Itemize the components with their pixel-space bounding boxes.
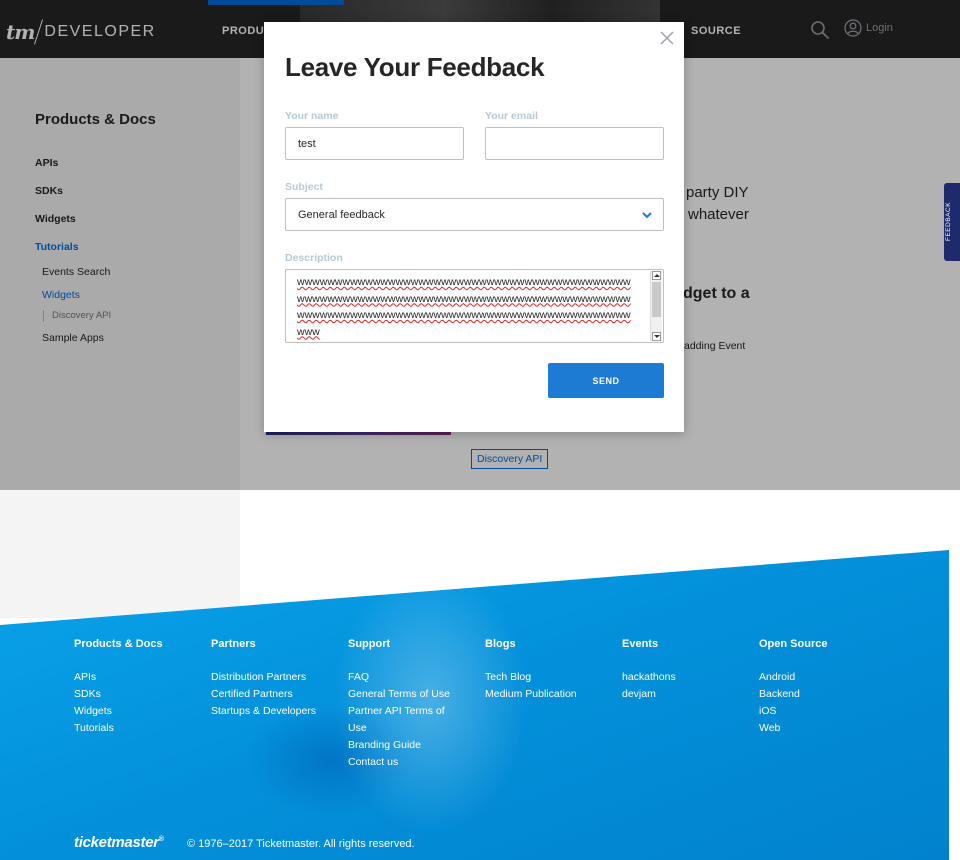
- footer-background: [0, 550, 949, 860]
- description-label: Description: [285, 252, 343, 264]
- footer-link[interactable]: Branding Guide: [348, 737, 421, 754]
- modal-title: Leave Your Feedback: [285, 52, 545, 82]
- footer-link[interactable]: Android: [759, 669, 795, 686]
- footer-link[interactable]: hackathons: [622, 669, 676, 686]
- footer-link[interactable]: Startups & Developers: [211, 703, 316, 720]
- send-button[interactable]: SEND: [548, 363, 664, 398]
- footer-link[interactable]: SDKs: [74, 686, 101, 703]
- description-textarea[interactable]: wwwwwwwwwwwwwwwwwwwwwwwwwwwwwwwwwwwwwwww…: [285, 269, 664, 343]
- footer-link[interactable]: Tech Blog: [485, 669, 531, 686]
- feedback-modal: Leave Your Feedback Your name Your email…: [264, 22, 684, 432]
- subject-selected-value: General feedback: [298, 208, 385, 221]
- registered-mark: ®: [158, 836, 164, 843]
- footer-heading-open-source: Open Source: [759, 638, 828, 650]
- footer-heading-partners: Partners: [211, 638, 256, 650]
- email-field[interactable]: [485, 127, 664, 160]
- footer-link[interactable]: Web: [759, 720, 780, 737]
- footer-link[interactable]: devjam: [622, 686, 656, 703]
- scroll-up-arrow-icon[interactable]: [652, 271, 661, 280]
- ticketmaster-wordmark: ticketmaster: [74, 834, 159, 851]
- subject-select[interactable]: General feedback: [285, 198, 664, 231]
- ticketmaster-logo[interactable]: ticketmaster®: [74, 834, 164, 851]
- footer-link[interactable]: Contact us: [348, 754, 398, 771]
- footer-link[interactable]: iOS: [759, 703, 777, 720]
- description-text: wwwwwwwwwwwwwwwwwwwwwwwwwwwwwwwwwwwwwwww…: [297, 276, 631, 338]
- close-icon[interactable]: [659, 30, 675, 46]
- footer-link[interactable]: Medium Publication: [485, 686, 577, 703]
- footer-heading-blogs: Blogs: [485, 638, 516, 650]
- scroll-down-arrow-icon[interactable]: [652, 332, 661, 341]
- footer-heading-support: Support: [348, 638, 391, 650]
- site-footer: [0, 550, 949, 860]
- feedback-tab-label: FEEDBACK: [945, 201, 952, 241]
- footer-link[interactable]: Use: [348, 720, 367, 737]
- chevron-down-icon: [642, 212, 652, 219]
- footer-link[interactable]: Certified Partners: [211, 686, 293, 703]
- footer-link[interactable]: Backend: [759, 686, 800, 703]
- footer-link[interactable]: Partner API Terms of: [348, 703, 445, 720]
- footer-heading-products: Products & Docs: [74, 638, 163, 650]
- copyright-notice: © 1976–2017 Ticketmaster. All rights res…: [187, 838, 415, 850]
- subject-label: Subject: [285, 181, 323, 193]
- footer-link[interactable]: APIs: [74, 669, 96, 686]
- textarea-scrollbar[interactable]: [650, 271, 662, 341]
- scrollbar-thumb[interactable]: [652, 282, 661, 317]
- footer-link[interactable]: Tutorials: [74, 720, 114, 737]
- footer-link[interactable]: Widgets: [74, 703, 112, 720]
- footer-link[interactable]: Distribution Partners: [211, 669, 306, 686]
- footer-link[interactable]: FAQ: [348, 669, 369, 686]
- feedback-side-tab[interactable]: FEEDBACK: [944, 183, 960, 261]
- footer-link[interactable]: General Terms of Use: [348, 686, 450, 703]
- name-field[interactable]: [285, 127, 464, 160]
- name-label: Your name: [285, 110, 339, 122]
- footer-heading-events: Events: [622, 638, 659, 650]
- email-label: Your email: [485, 110, 538, 122]
